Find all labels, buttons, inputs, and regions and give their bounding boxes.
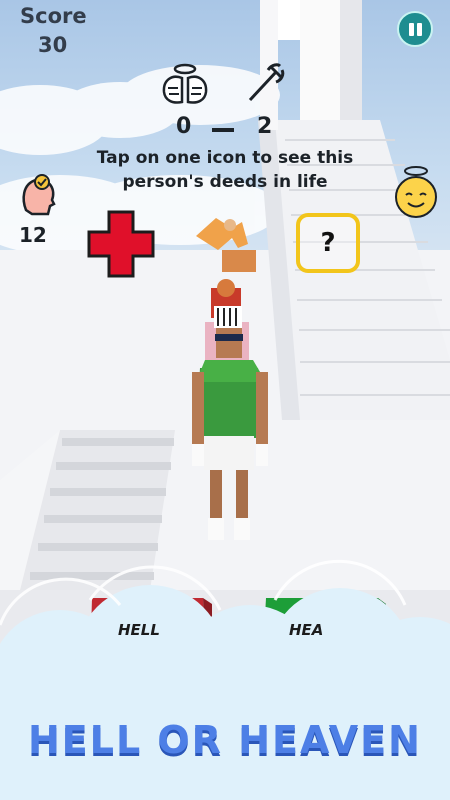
score-label: Score (20, 4, 87, 28)
age-value: 12 (19, 223, 47, 247)
hell-vote-count: 2 (257, 114, 273, 139)
score-value: 30 (38, 33, 68, 57)
angel-wings-icon[interactable] (160, 62, 210, 108)
instruction-line-1: Tap on one icon to see this (96, 148, 354, 168)
deeds-question-box[interactable]: ? (296, 213, 360, 273)
game-title-banner: HELL OR HEAVEN (28, 718, 422, 762)
foreground-clouds (0, 585, 450, 800)
instruction-line-2: person's deeds in life (122, 172, 328, 192)
game-screen: Score 30 0 2 Tap on one icon to see this… (0, 0, 450, 800)
angel-emoji-icon[interactable] (392, 165, 440, 219)
vote-separator (212, 128, 234, 132)
red-cross-icon[interactable] (87, 210, 155, 278)
instruction-text: Tap on one icon to see this person's dee… (60, 146, 390, 194)
pause-button[interactable] (397, 11, 433, 47)
heaven-door-label: HEA (289, 621, 324, 639)
hell-door-label: HELL (118, 621, 160, 639)
scene-background (0, 0, 450, 800)
heaven-vote-count: 0 (176, 114, 192, 139)
devil-trident-icon[interactable] (246, 62, 286, 104)
head-halo-icon[interactable] (18, 170, 58, 216)
